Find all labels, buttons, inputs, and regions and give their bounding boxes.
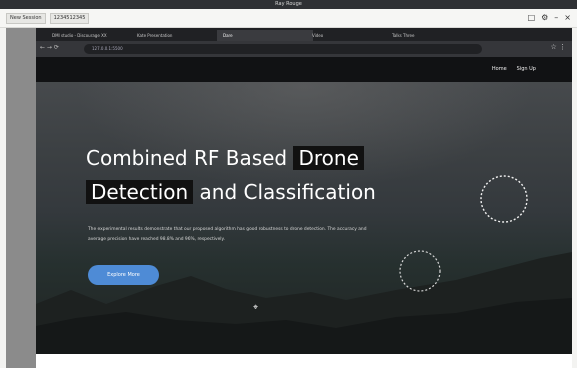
page-bottom-strip [36, 354, 572, 368]
hero-description: The experimental results demonstrate tha… [88, 227, 367, 242]
headline-drone: Drone [293, 146, 364, 170]
back-forward-icons[interactable]: ← → ⟳ [40, 44, 59, 51]
close-icon[interactable]: × [564, 13, 571, 22]
hero-headline: Combined RF Based Drone Detection and Cl… [86, 141, 376, 209]
square-icon[interactable]: □ [528, 13, 536, 22]
browser-tabs: DMI studio - Discourage XX Kate Presenta… [36, 28, 572, 41]
tab-kate-presentation[interactable]: Kate Presentation [131, 30, 221, 41]
remote-window-title: Ray Rouge [0, 0, 577, 9]
headline-part-4: and Classification [199, 180, 376, 204]
settings-icon[interactable]: ⚙ [541, 13, 548, 22]
tab-talks-three[interactable]: Talks Three [386, 30, 484, 41]
side-panel [6, 28, 36, 368]
site-navbar: Home Sign Up [36, 57, 572, 82]
extension-icons[interactable]: ☆ ⋮ [550, 43, 566, 51]
hero-section: Home Sign Up Combined RF Based Drone Det… [36, 57, 572, 354]
remote-toolbar: New Session 1234512345 □ ⚙ – × [0, 9, 577, 28]
address-bar: ← → ⟳ 127.0.0.1:5500 ☆ ⋮ [36, 41, 572, 57]
minimize-icon[interactable]: – [554, 13, 558, 22]
explore-more-button[interactable]: Explore More [88, 265, 159, 285]
remote-id-field[interactable]: 1234512345 [49, 13, 90, 24]
mouse-cursor-icon: ⌖ [253, 303, 259, 313]
headline-part-1: Combined RF Based [86, 146, 288, 170]
url-input[interactable]: 127.0.0.1:5500 [84, 44, 482, 54]
headline-detection: Detection [86, 180, 194, 204]
tab-video[interactable]: Video [306, 30, 390, 41]
tab-dare[interactable]: Dare [217, 30, 313, 41]
nav-signup[interactable]: Sign Up [517, 66, 536, 72]
nav-home[interactable]: Home [492, 66, 507, 72]
tab-dmi-studio[interactable]: DMI studio - Discourage XX [46, 30, 136, 41]
new-session-button[interactable]: New Session [6, 13, 46, 24]
